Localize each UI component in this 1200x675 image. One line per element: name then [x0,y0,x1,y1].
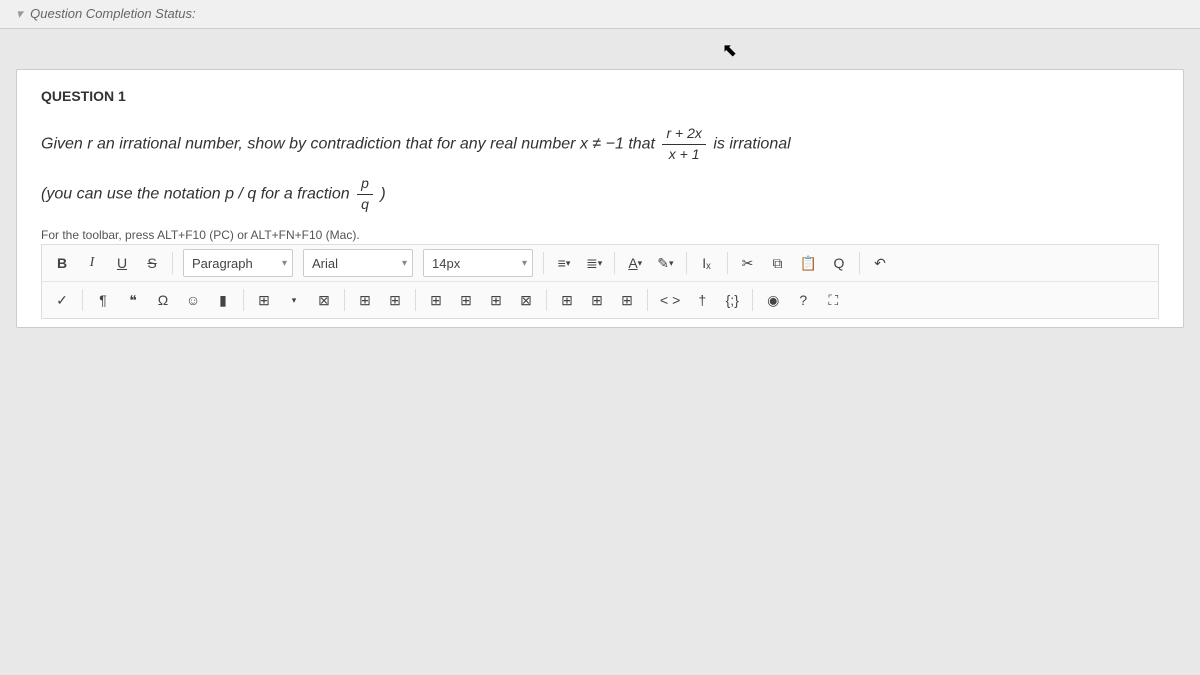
fraction-p-q: p q [357,174,373,214]
text-color-button[interactable]: A▾ [621,249,649,277]
separator [415,289,416,311]
underline-button[interactable]: U [108,249,136,277]
separator [727,252,728,274]
neq-symbol: ≠ [592,135,601,152]
notation-line: (you can use the notation p / q for a fr… [41,174,1159,214]
record-button[interactable]: ◉ [759,286,787,314]
chevron-down-icon[interactable]: ▾ [16,6,23,21]
question-text-post: is irrational [713,135,790,152]
editor-toolbar: B I U S Paragraph ▾ Arial ▾ 14px ▾ ≡▾ ≣▾… [41,244,1159,319]
emoji-button[interactable]: ☺ [179,286,207,314]
font-select-value: Arial [312,256,338,271]
col-delete-button[interactable]: ⊠ [512,286,540,314]
symbol-button[interactable]: Ω [149,286,177,314]
cell-props-button[interactable]: ⊞ [613,286,641,314]
format-select[interactable]: Paragraph ▾ [183,249,293,277]
help-button[interactable]: ? [789,286,817,314]
col-right-button[interactable]: ⊞ [452,286,480,314]
bold-button[interactable]: B [48,249,76,277]
bookmark-button[interactable]: ▮ [209,286,237,314]
fraction-denominator: x + 1 [662,145,705,165]
size-select[interactable]: 14px ▾ [423,249,533,277]
question-text-pre: Given r an irrational number, show by co… [41,135,592,152]
undo-button[interactable]: ↶ [866,249,894,277]
toolbar-hint: For the toolbar, press ALT+F10 (PC) or A… [41,228,1159,242]
find-button[interactable]: Q [825,249,853,277]
chevron-down-icon: ▾ [522,258,527,269]
separator [344,289,345,311]
code-view-button[interactable]: < > [654,286,686,314]
check-button[interactable]: ✓ [48,286,76,314]
toolbar-row-1: B I U S Paragraph ▾ Arial ▾ 14px ▾ ≡▾ ≣▾… [42,245,1158,282]
number-list-button[interactable]: ≣▾ [580,249,608,277]
question-text-neg1: −1 that [606,135,660,152]
table-button[interactable]: ⊞ [250,286,278,314]
notation-post: ) [380,186,385,203]
question-body: Given r an irrational number, show by co… [41,124,1159,164]
separator [543,252,544,274]
merge-cells-button[interactable]: ⊞ [553,286,581,314]
chevron-down-icon: ▾ [402,258,407,269]
row-delete-button[interactable]: ⊞ [482,286,510,314]
quote-button[interactable]: ❝ [119,286,147,314]
nonbreaking-button[interactable]: † [688,286,716,314]
format-select-value: Paragraph [192,256,253,271]
highlight-button[interactable]: ✎▾ [651,249,679,277]
separator [859,252,860,274]
italic-button[interactable]: I [78,249,106,277]
separator [647,289,648,311]
separator [172,252,173,274]
fraction-numerator: r + 2x [662,124,705,145]
paragraph-mark-button[interactable]: ¶ [89,286,117,314]
separator [686,252,687,274]
separator [546,289,547,311]
separator [752,289,753,311]
cursor-icon: ⬉ [722,40,737,61]
fraction-p: p [357,174,373,195]
fraction-q: q [357,195,373,215]
chevron-down-icon: ▾ [282,258,287,269]
separator [614,252,615,274]
col-left-button[interactable]: ⊞ [422,286,450,314]
question-card: QUESTION 1 Given r an irrational number,… [16,69,1184,328]
question-heading: QUESTION 1 [41,88,1159,104]
paste-button[interactable]: 📋 [794,249,823,277]
fullscreen-button[interactable]: ⛶ [819,286,847,314]
separator [243,289,244,311]
copy-button[interactable]: ⧉ [764,249,792,277]
strike-button[interactable]: S [138,249,166,277]
row-above-button[interactable]: ⊞ [351,286,379,314]
notation-pre: (you can use the notation p / q for a fr… [41,186,354,203]
bullet-list-button[interactable]: ≡▾ [550,249,578,277]
status-label: Question Completion Status: [30,6,195,21]
split-cells-button[interactable]: ⊞ [583,286,611,314]
table-delete-button[interactable]: ⊠ [310,286,338,314]
font-select[interactable]: Arial ▾ [303,249,413,277]
cut-button[interactable]: ✂ [734,249,762,277]
status-bar: ▾ Question Completion Status: [0,0,1200,29]
clear-format-button[interactable]: Iₓ [693,249,721,277]
table-dropdown[interactable]: ▾ [280,286,308,314]
size-select-value: 14px [432,256,460,271]
separator [82,289,83,311]
fraction-main: r + 2x x + 1 [662,124,705,164]
row-below-button[interactable]: ⊞ [381,286,409,314]
code-sample-button[interactable]: {;} [718,286,746,314]
toolbar-row-2: ✓ ¶ ❝ Ω ☺ ▮ ⊞ ▾ ⊠ ⊞ ⊞ ⊞ ⊞ ⊞ ⊠ ⊞ ⊞ ⊞ < > … [42,282,1158,318]
